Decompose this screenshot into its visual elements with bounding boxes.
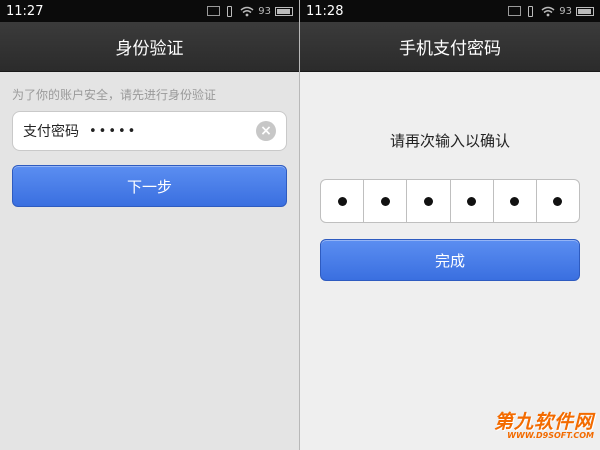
pin-dot — [337, 196, 347, 206]
status-time: 11:27 — [6, 3, 44, 19]
status-bar: 11:27 93 — [0, 0, 299, 22]
vibrate-icon — [525, 5, 537, 17]
vibrate-icon — [224, 5, 236, 17]
battery-icon — [275, 6, 293, 16]
status-icons: 93 — [508, 5, 594, 17]
status-icons: 93 — [207, 5, 293, 17]
security-hint: 为了你的账户安全，请先进行身份验证 — [12, 88, 217, 102]
password-label: 支付密码 — [23, 124, 79, 140]
pin-dot — [510, 196, 520, 206]
payment-password-screen: 11:28 93 手机支付密码 请再次输入以确认 完成 第九软件网 WWW.D9… — [300, 0, 600, 450]
pin-cell — [537, 180, 579, 222]
status-time: 11:28 — [306, 3, 344, 19]
battery-level: 93 — [559, 5, 572, 17]
image-notification-icon — [508, 6, 522, 16]
battery-icon — [576, 6, 594, 16]
pin-cell — [407, 180, 451, 222]
battery-level: 93 — [258, 5, 271, 17]
watermark-main: 第九软件网 — [493, 411, 594, 433]
pin-cell — [321, 180, 365, 222]
pin-cell — [494, 180, 537, 222]
watermark-logo: 第九软件网 WWW.D9SOFT.COM — [494, 407, 594, 440]
status-bar: 11:28 93 — [300, 0, 600, 22]
wifi-icon — [240, 6, 254, 17]
done-button[interactable]: 完成 — [320, 239, 580, 281]
pin-dot — [467, 196, 477, 206]
payment-password-field[interactable]: 支付密码 ••••• × — [12, 111, 287, 151]
pin-dot — [380, 196, 390, 206]
wifi-icon — [541, 6, 555, 17]
pin-input[interactable] — [320, 179, 580, 223]
image-notification-icon — [207, 6, 221, 16]
confirm-prompt: 请再次输入以确认 — [389, 132, 510, 150]
pin-dot — [553, 196, 563, 206]
watermark-sub: WWW.D9SOFT.COM — [507, 431, 594, 440]
pin-cell — [364, 180, 408, 222]
screens-container: 11:27 93 身份验证 为了你的账户安全，请先进行身份验证 支付密码 •••… — [0, 0, 600, 450]
page-title: 身份验证 — [0, 22, 299, 72]
identity-verification-screen: 11:27 93 身份验证 为了你的账户安全，请先进行身份验证 支付密码 •••… — [0, 0, 300, 450]
next-button[interactable]: 下一步 — [12, 165, 287, 207]
pin-dot — [423, 196, 433, 206]
password-masked-value[interactable]: ••••• — [89, 124, 256, 139]
page-title: 手机支付密码 — [300, 22, 600, 72]
pin-cell — [451, 180, 494, 222]
clear-icon[interactable]: × — [256, 121, 276, 141]
